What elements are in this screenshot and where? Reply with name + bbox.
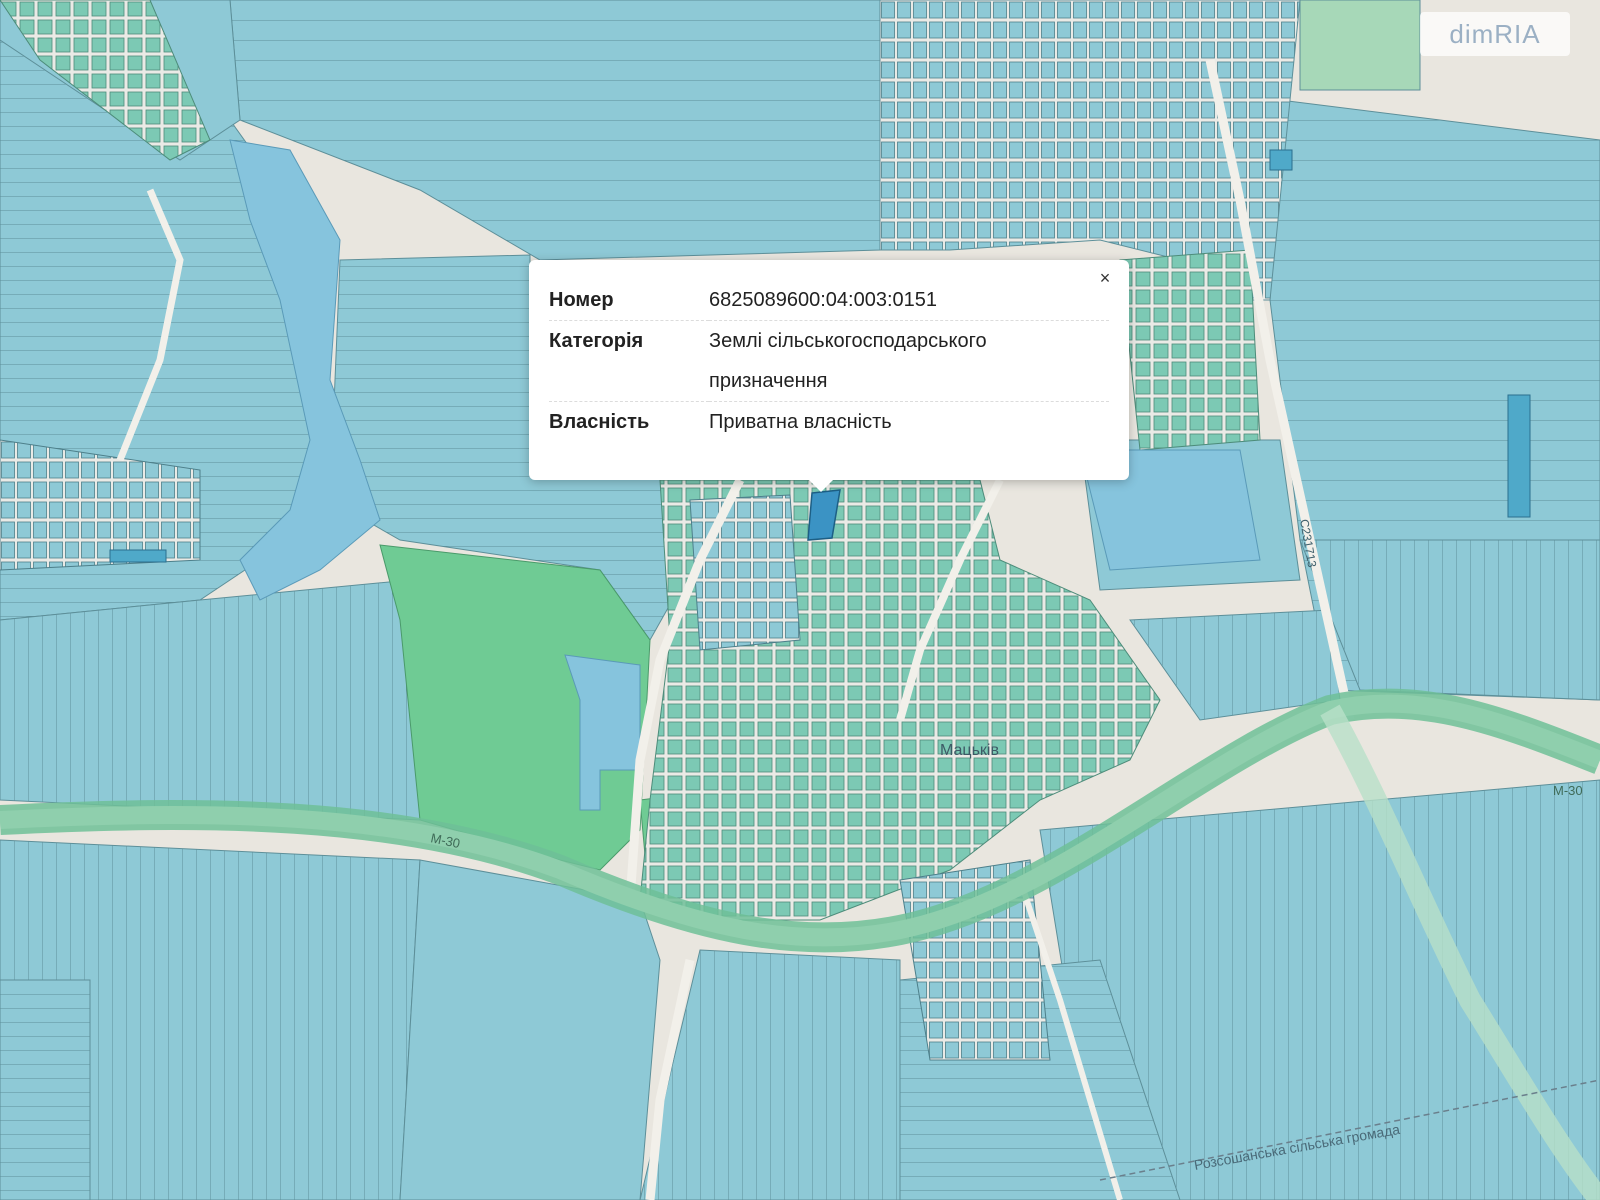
- popup-pointer: [809, 480, 833, 492]
- info-row-category: Категорія Землі сільськогосподарського п…: [549, 320, 1109, 402]
- parcel-info-table: Номер 6825089600:04:003:0151 Категорія З…: [549, 280, 1109, 442]
- info-key-category: Категорія: [549, 320, 709, 402]
- road-label-m30-right: М-30: [1553, 783, 1583, 798]
- info-value-number: 6825089600:04:003:0151: [709, 280, 1109, 321]
- info-key-number: Номер: [549, 280, 709, 321]
- dimria-watermark: dimRIA: [1420, 12, 1570, 56]
- info-row-ownership: Власність Приватна власність: [549, 402, 1109, 443]
- watermark-text: dimRIA: [1449, 18, 1541, 49]
- cadastral-map[interactable]: М-30 М-30 С231713 Мацьків Розсошанська с…: [0, 0, 1600, 1200]
- village-label: Мацьків: [940, 742, 999, 759]
- info-key-ownership: Власність: [549, 411, 650, 433]
- info-value-category: Землі сільськогосподарського призначення: [709, 320, 1109, 402]
- info-row-number: Номер 6825089600:04:003:0151: [549, 280, 1109, 321]
- parcel-info-popup: × Номер 6825089600:04:003:0151 Категорія…: [529, 260, 1129, 492]
- info-value-ownership: Приватна власність: [709, 411, 892, 433]
- close-icon[interactable]: ×: [1097, 269, 1113, 287]
